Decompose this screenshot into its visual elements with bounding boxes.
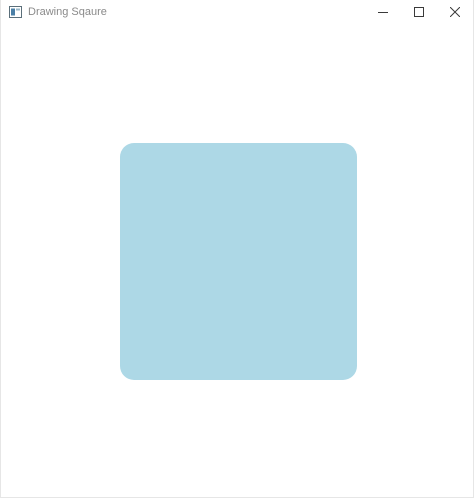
title-bar[interactable]: Drawing Sqaure bbox=[1, 0, 473, 24]
maximize-icon bbox=[414, 7, 424, 17]
minimize-button[interactable] bbox=[365, 0, 401, 24]
java-app-icon bbox=[7, 4, 23, 20]
close-button[interactable] bbox=[437, 0, 473, 24]
window-title: Drawing Sqaure bbox=[28, 6, 107, 18]
maximize-button[interactable] bbox=[401, 0, 437, 24]
drawing-canvas[interactable] bbox=[1, 24, 473, 497]
close-icon bbox=[450, 7, 460, 17]
window-controls bbox=[365, 0, 473, 24]
minimize-icon bbox=[378, 12, 388, 13]
rounded-square bbox=[120, 143, 357, 380]
app-window: Drawing Sqaure bbox=[0, 0, 474, 498]
